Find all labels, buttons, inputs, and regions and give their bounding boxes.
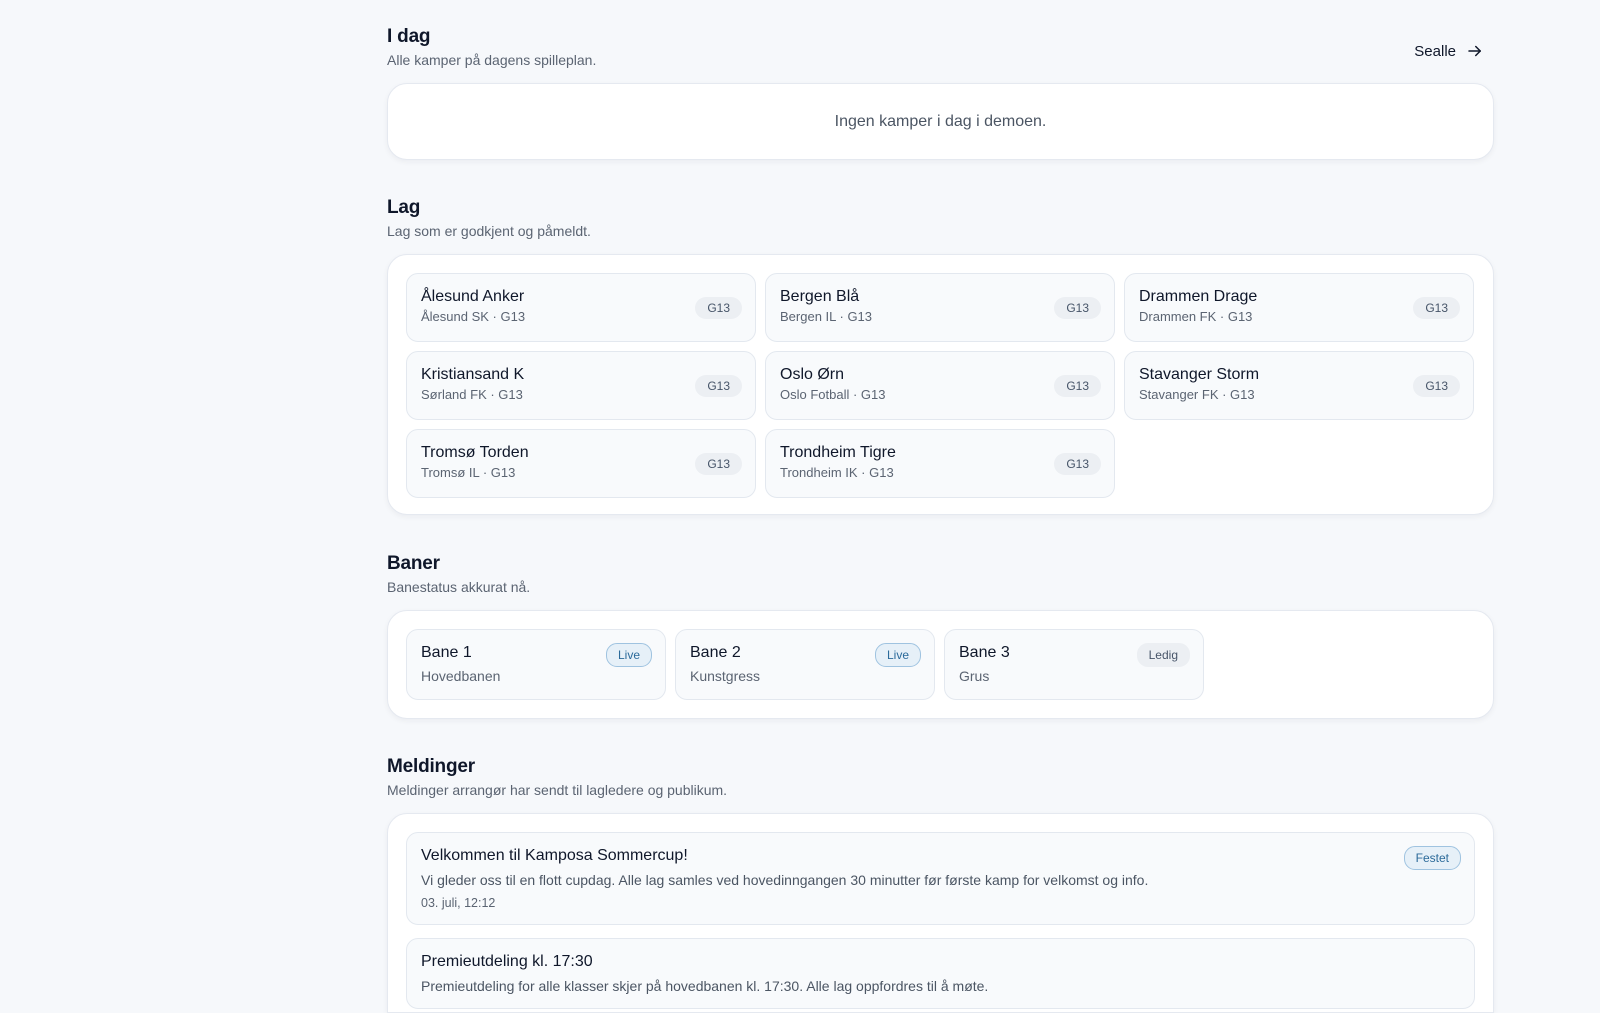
teams-grid: Ålesund Anker Ålesund SK · G13 G13 Berge… <box>388 255 1493 516</box>
see-all-link[interactable]: Sealle <box>1414 42 1484 60</box>
team-class-pill: G13 <box>695 375 742 397</box>
team-class-pill: G13 <box>1413 297 1460 319</box>
teams-section: Lag Lag som er godkjent og påmeldt. Åles… <box>387 197 1494 515</box>
field-surface: Hovedbanen <box>421 668 501 684</box>
field-card[interactable]: Bane 2 Kunstgress Live <box>675 629 935 700</box>
team-club: Trondheim IK · G13 <box>780 465 894 480</box>
team-class-pill: G13 <box>1054 453 1101 475</box>
team-club: Oslo Fotball · G13 <box>780 387 886 402</box>
see-all-label: Sealle <box>1414 42 1456 60</box>
team-card[interactable]: Stavanger Storm Stavanger FK · G13 G13 <box>1124 351 1474 420</box>
field-card[interactable]: Bane 3 Grus Ledig <box>944 629 1204 700</box>
field-status-badge: Live <box>874 643 921 667</box>
team-class-pill: G13 <box>1413 375 1460 397</box>
team-card[interactable]: Bergen Blå Bergen IL · G13 G13 <box>765 273 1115 342</box>
team-name: Tromsø Torden <box>421 444 529 461</box>
team-name: Ålesund Anker <box>421 288 525 305</box>
today-empty-panel: Ingen kamper i dag i demoen. <box>387 83 1494 160</box>
messages-panel: Velkommen til Kamposa Sommercup! Vi gled… <box>387 813 1494 1013</box>
arrow-right-icon <box>1468 45 1481 57</box>
team-card[interactable]: Ålesund Anker Ålesund SK · G13 G13 <box>406 273 756 342</box>
team-club: Drammen FK · G13 <box>1139 309 1253 324</box>
today-section: I dag Alle kamper på dagens spilleplan. … <box>387 26 1494 160</box>
fields-subtitle: Banestatus akkurat nå. <box>387 579 531 595</box>
teams-panel: Ålesund Anker Ålesund SK · G13 G13 Berge… <box>387 254 1494 515</box>
message-body: Premieutdeling for alle klasser skjer på… <box>421 978 989 994</box>
team-name: Stavanger Storm <box>1139 366 1260 383</box>
message-title: Premieutdeling kl. 17:30 <box>421 953 593 970</box>
fields-title: Baner <box>387 553 440 574</box>
message-title: Velkommen til Kamposa Sommercup! <box>421 847 688 864</box>
fields-grid: Bane 1 Hovedbanen Live Bane 2 Kunstgress… <box>388 611 1493 718</box>
message-body: Vi gleder oss til en flott cupdag. Alle … <box>421 872 1149 888</box>
team-class-pill: G13 <box>1054 297 1101 319</box>
team-class-pill: G13 <box>695 297 742 319</box>
teams-subtitle: Lag som er godkjent og påmeldt. <box>387 223 591 239</box>
team-class-pill: G13 <box>1054 375 1101 397</box>
message-card[interactable]: Velkommen til Kamposa Sommercup! Vi gled… <box>406 832 1475 925</box>
team-card[interactable]: Tromsø Torden Tromsø IL · G13 G13 <box>406 429 756 498</box>
team-name: Kristiansand K <box>421 366 525 383</box>
message-card[interactable]: Premieutdeling kl. 17:30 Premieutdeling … <box>406 938 1475 1009</box>
field-status-badge: Ledig <box>1136 643 1190 667</box>
team-name: Drammen Drage <box>1139 288 1258 305</box>
pinned-badge: Festet <box>1403 846 1461 870</box>
team-name: Oslo Ørn <box>780 366 845 383</box>
field-card[interactable]: Bane 1 Hovedbanen Live <box>406 629 666 700</box>
message-time: 03. juli, 12:12 <box>421 896 496 910</box>
team-name: Trondheim Tigre <box>780 444 896 461</box>
teams-title: Lag <box>387 197 421 218</box>
today-subtitle: Alle kamper på dagens spilleplan. <box>387 52 597 68</box>
team-name: Bergen Blå <box>780 288 860 305</box>
messages-subtitle: Meldinger arrangør har sendt til laglede… <box>387 782 728 798</box>
team-card[interactable]: Oslo Ørn Oslo Fotball · G13 G13 <box>765 351 1115 420</box>
team-card[interactable]: Trondheim Tigre Trondheim IK · G13 G13 <box>765 429 1115 498</box>
field-status-badge: Live <box>605 643 652 667</box>
today-header: I dag Alle kamper på dagens spilleplan. … <box>387 26 1494 68</box>
field-surface: Grus <box>959 668 990 684</box>
fields-section: Baner Banestatus akkurat nå. Bane 1 Hove… <box>387 553 1494 719</box>
team-card[interactable]: Kristiansand K Sørland FK · G13 G13 <box>406 351 756 420</box>
field-surface: Kunstgress <box>690 668 761 684</box>
today-empty-text: Ingen kamper i dag i demoen. <box>834 112 1047 130</box>
team-club: Ålesund SK · G13 <box>421 309 526 324</box>
messages-title: Meldinger <box>387 756 475 777</box>
team-club: Sørland FK · G13 <box>421 387 523 402</box>
fields-panel: Bane 1 Hovedbanen Live Bane 2 Kunstgress… <box>387 610 1494 719</box>
team-class-pill: G13 <box>695 453 742 475</box>
team-club: Stavanger FK · G13 <box>1139 387 1255 402</box>
messages-section: Meldinger Meldinger arrangør har sendt t… <box>387 756 1494 1013</box>
team-club: Tromsø IL · G13 <box>421 465 516 480</box>
team-club: Bergen IL · G13 <box>780 309 873 324</box>
today-title: I dag <box>387 26 431 47</box>
team-card[interactable]: Drammen Drage Drammen FK · G13 G13 <box>1124 273 1474 342</box>
